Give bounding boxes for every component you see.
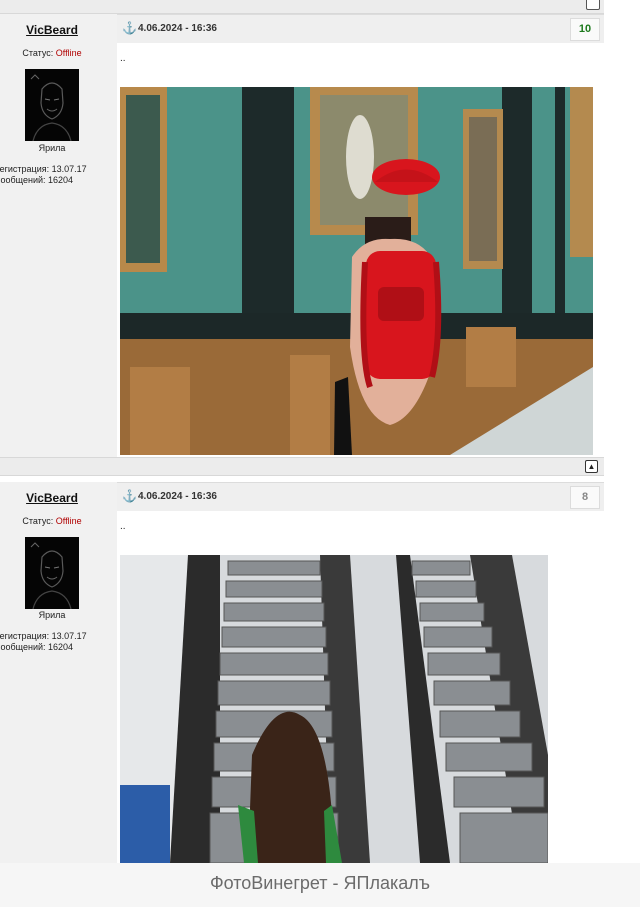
author-status: Статус: Offline [0, 48, 104, 58]
post-text: .. [120, 521, 126, 532]
post-1-footer: ▲ [0, 457, 604, 476]
post-text: .. [120, 53, 126, 64]
status-label: Статус: [22, 48, 54, 58]
author-username[interactable]: VicBeard [0, 491, 104, 505]
author-username[interactable]: VicBeard [0, 23, 104, 37]
author-meta: Регистрация: 13.07.17 Сообщений: 16204 [0, 164, 87, 186]
message-count: Сообщений: 16204 [0, 642, 74, 652]
post-date[interactable]: 4.06.2024 - 16:36 [138, 491, 217, 502]
avatar[interactable] [25, 69, 79, 141]
status-label: Статус: [22, 516, 54, 526]
scroll-top-icon[interactable] [586, 0, 600, 10]
post-rating[interactable]: 8 [570, 486, 600, 509]
up-arrow-icon[interactable]: ▲ [585, 460, 598, 473]
author-sidebar: VicBeard Статус: Offline Ярила Регистрац… [0, 482, 118, 863]
author-nick: Ярила [38, 143, 66, 153]
post-rating[interactable]: 10 [570, 18, 600, 41]
message-count: Сообщений: 16204 [0, 175, 74, 185]
post-2: VicBeard Статус: Offline Ярила Регистрац… [0, 482, 604, 863]
watermark: ФотоВинегрет - ЯПлакалъ [0, 863, 640, 907]
anchor-icon[interactable]: ⚓ [122, 490, 137, 502]
registration-date: Регистрация: 13.07.17 [0, 164, 87, 174]
author-status: Статус: Offline [0, 516, 104, 526]
post-header: ⚓ 4.06.2024 - 16:36 8 [117, 482, 604, 512]
post-1: VicBeard Статус: Offline Ярила Регистрац… [0, 14, 604, 457]
registration-date: Регистрация: 13.07.17 [0, 631, 87, 641]
post-content: .. [117, 43, 604, 457]
post-date[interactable]: 4.06.2024 - 16:36 [138, 23, 217, 34]
post-image[interactable] [120, 87, 593, 455]
anchor-icon[interactable]: ⚓ [122, 22, 137, 34]
author-sidebar: VicBeard Статус: Offline Ярила Регистрац… [0, 14, 118, 457]
top-strip [0, 0, 604, 14]
avatar[interactable] [25, 537, 79, 609]
post-content: .. [117, 511, 604, 863]
author-meta: Регистрация: 13.07.17 Сообщений: 16204 [0, 631, 87, 653]
status-value: Offline [55, 516, 82, 526]
author-nick: Ярила [38, 610, 66, 620]
post-image[interactable] [120, 555, 548, 863]
status-value: Offline [55, 48, 82, 58]
post-header: ⚓ 4.06.2024 - 16:36 10 [117, 14, 604, 44]
page-margin [604, 0, 640, 863]
